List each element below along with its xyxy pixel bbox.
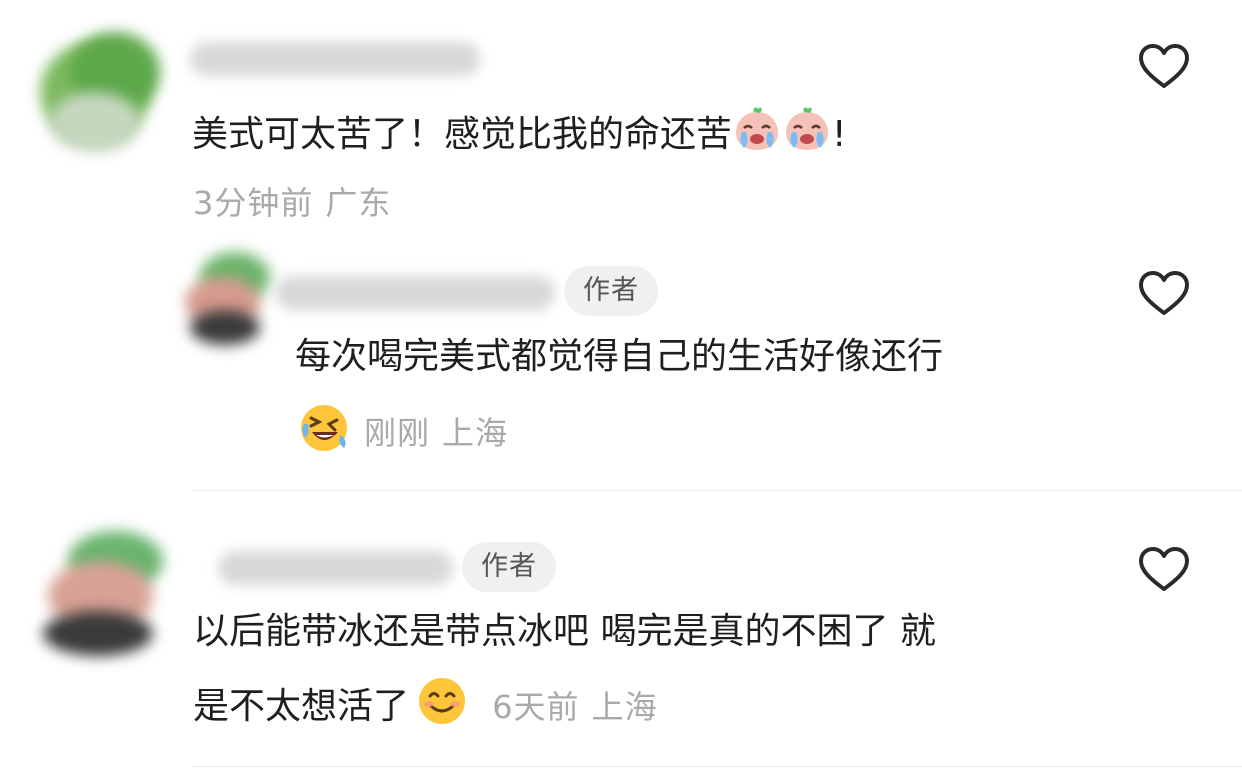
heart-icon[interactable]: [1137, 40, 1191, 94]
comment-suffix: !: [832, 114, 847, 155]
comment-text-line-1: 以后能带冰还是带点冰吧 喝完是真的不困了 就: [193, 611, 936, 652]
timestamp: 刚刚: [364, 414, 431, 452]
timestamp: 3分钟前: [193, 184, 314, 222]
heart-icon[interactable]: [1137, 267, 1191, 321]
divider: [192, 766, 1242, 767]
timestamp: 6天前: [492, 688, 580, 726]
comment-meta: 3分钟前 广东: [193, 178, 403, 224]
author-badge: 作者: [462, 542, 556, 592]
username-blurred[interactable]: [275, 276, 555, 310]
avatar[interactable]: [180, 252, 270, 345]
comment-text-line-2: 是不太想活了 6天前 上海: [193, 676, 670, 739]
comment-meta: 刚刚 上海: [298, 402, 520, 462]
rolling-laughing-face-icon: [298, 402, 350, 462]
location: 上海: [591, 688, 658, 726]
comment-2-reply: 作者 每次喝完美式都觉得自己的生活好像还行 刚刚 上海: [0, 240, 1242, 490]
avatar[interactable]: [38, 531, 163, 656]
avatar[interactable]: [40, 32, 160, 152]
comment-body: 是不太想活了: [193, 686, 410, 727]
location: 广东: [325, 184, 392, 222]
crying-face-icon: [732, 106, 782, 165]
crying-face-icon: [782, 106, 832, 165]
comment-3: 作者 以后能带冰还是带点冰吧 喝完是真的不困了 就 是不太想活了 6天前 上海: [0, 491, 1242, 769]
comment-meta: 6天前 上海: [481, 688, 670, 726]
location: 上海: [442, 414, 509, 452]
username-blurred[interactable]: [190, 42, 480, 76]
heart-icon[interactable]: [1137, 543, 1191, 597]
comment-text: 美式可太苦了！感觉比我的命还苦 !: [192, 106, 846, 165]
comment-body: 美式可太苦了！感觉比我的命还苦: [192, 114, 733, 155]
author-badge: 作者: [564, 266, 658, 316]
comment-text: 每次喝完美式都觉得自己的生活好像还行: [295, 336, 944, 377]
username-blurred[interactable]: [218, 551, 453, 585]
smiling-face-icon: [417, 676, 467, 739]
comment-1: 美式可太苦了！感觉比我的命还苦 ! 3分钟前 广东: [0, 0, 1242, 240]
